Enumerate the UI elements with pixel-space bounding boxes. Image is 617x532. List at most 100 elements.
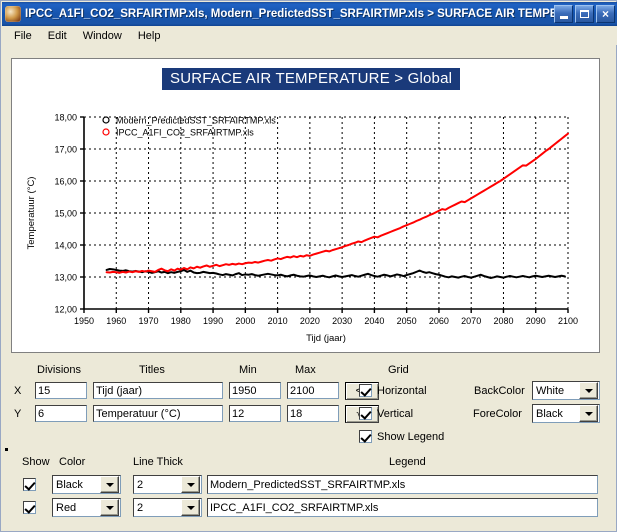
svg-text:14,00: 14,00 bbox=[54, 241, 77, 251]
menu-item-window[interactable]: Window bbox=[75, 28, 130, 44]
chevron-down-icon[interactable] bbox=[100, 476, 119, 493]
header-color: Color bbox=[59, 456, 86, 468]
maximize-icon bbox=[580, 10, 589, 18]
series-2-thickness-select[interactable]: 2 bbox=[133, 498, 202, 517]
series-1-color-select[interactable]: Black bbox=[52, 475, 121, 494]
svg-text:IPCC_A1FI_CO2_SRFAIRTMP.xls: IPCC_A1FI_CO2_SRFAIRTMP.xls bbox=[116, 128, 254, 138]
x-min-input[interactable] bbox=[229, 382, 281, 399]
series-2-legend-input[interactable] bbox=[207, 498, 598, 517]
grid-vertical-checkbox[interactable]: Vertical bbox=[359, 407, 413, 420]
svg-text:12,00: 12,00 bbox=[54, 305, 77, 315]
svg-text:2060: 2060 bbox=[429, 316, 449, 326]
checkbox-icon bbox=[359, 430, 372, 443]
svg-text:Modern_PredictedSST_SRFAIRTMP.: Modern_PredictedSST_SRFAIRTMP.xls bbox=[116, 116, 276, 126]
series-1-color-value: Black bbox=[56, 478, 83, 491]
header-max: Max bbox=[295, 364, 316, 376]
series-1-legend-input[interactable] bbox=[207, 475, 598, 494]
chevron-down-icon[interactable] bbox=[579, 382, 598, 399]
svg-text:2070: 2070 bbox=[461, 316, 481, 326]
menu-item-file[interactable]: File bbox=[6, 28, 40, 44]
forecolor-select[interactable]: Black bbox=[532, 404, 600, 423]
series-2-show-checkbox[interactable] bbox=[23, 501, 36, 514]
x-title-input[interactable] bbox=[93, 382, 223, 399]
close-button[interactable]: × bbox=[596, 5, 615, 23]
grid-horizontal-checkbox[interactable]: Horizontal bbox=[359, 384, 427, 397]
backcolor-value: White bbox=[536, 384, 565, 397]
chevron-down-icon[interactable] bbox=[579, 405, 598, 422]
svg-text:2000: 2000 bbox=[235, 316, 255, 326]
menu-item-help[interactable]: Help bbox=[130, 28, 169, 44]
menu-bar: File Edit Window Help bbox=[2, 26, 617, 45]
header-line-thick: Line Thick bbox=[133, 456, 183, 468]
axis-settings-panel: Divisions Titles Min Max Grid X <> Y √^ … bbox=[11, 364, 600, 446]
header-show: Show bbox=[22, 456, 50, 468]
series-1-show-checkbox[interactable] bbox=[23, 478, 36, 491]
panel-divider-dot bbox=[5, 448, 8, 451]
svg-text:15,00: 15,00 bbox=[54, 209, 77, 219]
y-max-input[interactable] bbox=[287, 405, 339, 422]
svg-text:18,00: 18,00 bbox=[54, 113, 77, 123]
app-icon bbox=[5, 6, 21, 22]
svg-text:2080: 2080 bbox=[493, 316, 513, 326]
svg-text:1990: 1990 bbox=[203, 316, 223, 326]
chevron-down-icon[interactable] bbox=[181, 476, 200, 493]
grid-horizontal-label: Horizontal bbox=[377, 384, 427, 397]
svg-text:17,00: 17,00 bbox=[54, 145, 77, 155]
chevron-down-icon[interactable] bbox=[181, 499, 200, 516]
svg-text:1970: 1970 bbox=[139, 316, 159, 326]
y-title-input[interactable] bbox=[93, 405, 223, 422]
svg-text:2050: 2050 bbox=[397, 316, 417, 326]
y-min-input[interactable] bbox=[229, 405, 281, 422]
checkbox-icon bbox=[359, 384, 372, 397]
minimize-icon bbox=[559, 15, 568, 19]
minimize-button[interactable] bbox=[554, 5, 573, 23]
checkbox-icon bbox=[359, 407, 372, 420]
window-controls: × bbox=[554, 5, 615, 23]
backcolor-label: BackColor bbox=[474, 385, 525, 397]
checkbox-icon bbox=[23, 501, 36, 514]
y-divisions-input[interactable] bbox=[35, 405, 87, 422]
application-window: IPCC_A1FI_CO2_SRFAIRTMP.xls, Modern_Pred… bbox=[0, 0, 617, 532]
header-min: Min bbox=[239, 364, 257, 376]
header-legend: Legend bbox=[389, 456, 426, 468]
series-settings-panel: Show Color Line Thick Legend Black 2 Red… bbox=[11, 456, 608, 531]
backcolor-select[interactable]: White bbox=[532, 381, 600, 400]
chart-panel: SURFACE AIR TEMPERATURE > Global 12,00 13… bbox=[11, 58, 600, 353]
header-grid: Grid bbox=[388, 364, 409, 376]
svg-text:1960: 1960 bbox=[106, 316, 126, 326]
series-1-thickness-select[interactable]: 2 bbox=[133, 475, 202, 494]
axis-label-x: X bbox=[14, 385, 22, 397]
forecolor-value: Black bbox=[536, 407, 563, 420]
maximize-button[interactable] bbox=[575, 5, 594, 23]
svg-text:2090: 2090 bbox=[526, 316, 546, 326]
x-max-input[interactable] bbox=[287, 382, 339, 399]
header-divisions: Divisions bbox=[37, 364, 82, 376]
svg-text:Temperatuur (°C): Temperatuur (°C) bbox=[26, 177, 37, 250]
forecolor-label: ForeColor bbox=[473, 408, 522, 420]
chart-plot: 12,00 13,00 14,00 15,00 16,00 17,00 18,00 1950 1… bbox=[26, 113, 578, 345]
series-2-color-value: Red bbox=[56, 501, 77, 514]
svg-text:1950: 1950 bbox=[74, 316, 94, 326]
grid-vertical-label: Vertical bbox=[377, 407, 414, 420]
svg-text:2020: 2020 bbox=[300, 316, 320, 326]
series-2-color-select[interactable]: Red bbox=[52, 498, 121, 517]
svg-text:Tijd (jaar): Tijd (jaar) bbox=[306, 333, 346, 344]
show-legend-label: Show Legend bbox=[377, 430, 445, 443]
svg-text:2040: 2040 bbox=[364, 316, 384, 326]
chevron-down-icon[interactable] bbox=[100, 499, 119, 516]
axis-label-y: Y bbox=[14, 408, 22, 420]
x-divisions-input[interactable] bbox=[35, 382, 87, 399]
series-1-thickness-value: 2 bbox=[137, 478, 144, 491]
svg-text:13,00: 13,00 bbox=[54, 273, 77, 283]
menu-item-edit[interactable]: Edit bbox=[40, 28, 75, 44]
series-2-thickness-value: 2 bbox=[137, 501, 144, 514]
svg-text:1980: 1980 bbox=[171, 316, 191, 326]
svg-text:16,00: 16,00 bbox=[54, 177, 77, 187]
svg-text:2100: 2100 bbox=[558, 316, 578, 326]
svg-text:2030: 2030 bbox=[332, 316, 352, 326]
show-legend-checkbox[interactable]: Show Legend bbox=[359, 430, 444, 443]
checkbox-icon bbox=[23, 478, 36, 491]
svg-text:2010: 2010 bbox=[268, 316, 288, 326]
window-title: IPCC_A1FI_CO2_SRFAIRTMP.xls, Modern_Pred… bbox=[25, 8, 554, 20]
header-titles: Titles bbox=[139, 364, 165, 376]
